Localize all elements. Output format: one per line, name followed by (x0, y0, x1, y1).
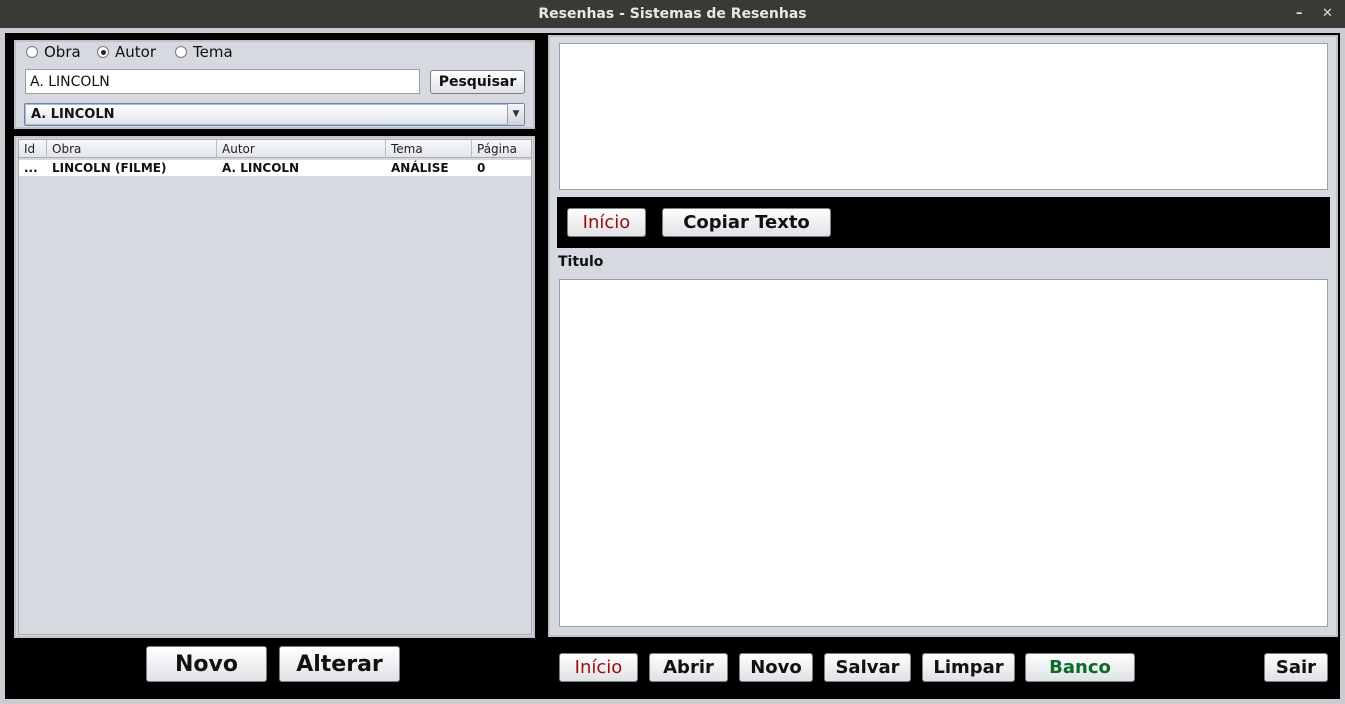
radio-autor[interactable]: Autor (97, 43, 156, 61)
novo-button[interactable]: Novo (146, 646, 267, 682)
cell-autor: A. LINCOLN (222, 161, 300, 175)
radio-obra-label: Obra (44, 43, 81, 61)
sair-button[interactable]: Sair (1264, 653, 1328, 682)
search-input[interactable] (25, 69, 420, 94)
window-title-bar: Resenhas - Sistemas de Resenhas – ✕ (0, 0, 1345, 28)
copiar-texto-button[interactable]: Copiar Texto (662, 208, 831, 237)
minimize-icon[interactable]: – (1296, 0, 1303, 28)
column-header-id[interactable]: Id (19, 140, 47, 158)
salvar-button[interactable]: Salvar (824, 653, 911, 682)
radio-tema-circle[interactable] (175, 46, 187, 58)
cell-tema: ANÁLISE (391, 161, 449, 175)
table-header: Id Obra Autor Tema Página (19, 140, 531, 158)
inicio-button[interactable]: Início (559, 653, 638, 682)
radio-autor-circle[interactable] (97, 46, 109, 58)
radio-autor-label: Autor (115, 43, 156, 61)
column-header-pagina[interactable]: Página (472, 140, 531, 158)
radio-tema-label: Tema (193, 43, 233, 61)
chevron-down-icon[interactable]: ▼ (507, 104, 524, 125)
radio-obra-circle[interactable] (26, 46, 38, 58)
abrir-button[interactable]: Abrir (649, 653, 728, 682)
window-title: Resenhas - Sistemas de Resenhas (538, 6, 807, 22)
pesquisar-button[interactable]: Pesquisar (430, 70, 525, 94)
cell-pagina: 0 (477, 161, 486, 175)
banco-button[interactable]: Banco (1025, 653, 1135, 682)
table-row[interactable]: ... LINCOLN (FILME) A. LINCOLN ANÁLISE 0 (19, 160, 531, 176)
limpar-button[interactable]: Limpar (922, 653, 1015, 682)
radio-obra[interactable]: Obra (26, 43, 81, 61)
toolbar-novo-button[interactable]: Novo (739, 653, 813, 682)
alterar-button[interactable]: Alterar (279, 646, 400, 682)
column-header-tema[interactable]: Tema (386, 140, 472, 158)
top-text-area[interactable] (559, 43, 1328, 190)
results-table: Id Obra Autor Tema Página ... LINCOLN (F… (18, 139, 532, 635)
search-combo[interactable]: A. LINCOLN ▼ (24, 103, 525, 126)
cell-obra: LINCOLN (FILME) (52, 161, 167, 175)
titulo-label: Titulo (558, 254, 604, 270)
column-header-obra[interactable]: Obra (47, 140, 217, 158)
cell-id: ... (24, 161, 38, 175)
editor-inicio-button[interactable]: Início (567, 208, 646, 237)
search-combo-value: A. LINCOLN (31, 107, 115, 122)
titulo-text-area[interactable] (559, 279, 1328, 627)
close-icon[interactable]: ✕ (1322, 0, 1333, 28)
radio-tema[interactable]: Tema (175, 43, 233, 61)
column-header-autor[interactable]: Autor (217, 140, 386, 158)
